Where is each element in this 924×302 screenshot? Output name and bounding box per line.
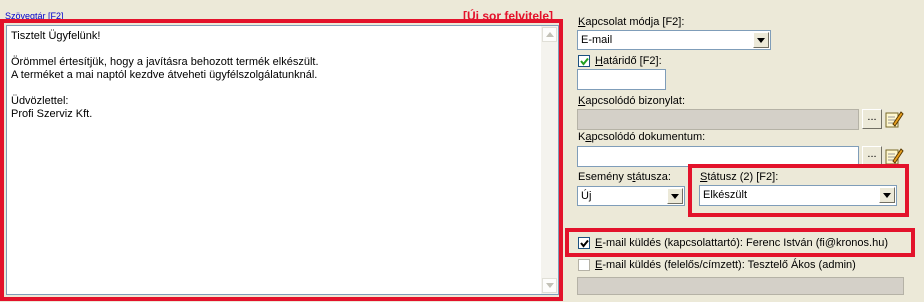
related-file-browse-button[interactable]: ... [862, 146, 882, 166]
related-file-label: Kapcsolódó dokumentum: [578, 131, 706, 143]
chevron-down-icon[interactable] [667, 188, 683, 204]
related-document-label: Kapcsolódó bizonylat: [578, 95, 686, 107]
deadline-checkbox[interactable] [578, 55, 590, 67]
event-status-label: Esemény státusza: [578, 171, 671, 183]
edit-icon[interactable] [884, 109, 904, 129]
deadline-label: Határidő [F2]: [595, 55, 662, 67]
contact-mode-select[interactable]: E-mail [577, 30, 771, 50]
related-document-input[interactable] [577, 109, 859, 130]
event-status-select[interactable]: Új [577, 186, 685, 206]
checkmark-icon [580, 57, 589, 66]
email-responsible-checkbox[interactable] [578, 259, 590, 271]
event-status-value: Új [581, 190, 592, 202]
chevron-down-icon[interactable] [753, 32, 769, 48]
deadline-input[interactable] [577, 69, 666, 90]
related-document-browse-button[interactable]: ... [862, 109, 882, 129]
email-contact-highlight [565, 228, 915, 257]
message-highlight [0, 19, 563, 301]
edit-file-icon[interactable] [884, 146, 904, 166]
email-responsible-field[interactable] [577, 277, 904, 295]
contact-mode-label: Kapcsolat módja [F2]: [578, 16, 685, 28]
email-responsible-label: E-mail küldés (felelős/címzett): Tesztel… [595, 259, 856, 271]
status-highlight [688, 164, 909, 217]
contact-mode-value: E-mail [581, 34, 613, 46]
